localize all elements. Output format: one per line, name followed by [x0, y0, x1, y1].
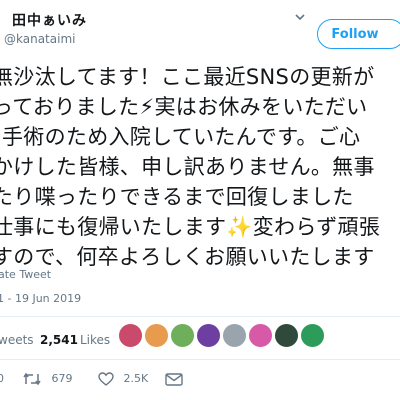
tweet-header: 田中ぁいみ @kanataimi Follow — [0, 0, 400, 60]
user-display-name[interactable]: 田中ぁいみ — [12, 10, 87, 30]
user-handle[interactable]: @kanataimi — [4, 32, 75, 46]
avatar-7[interactable] — [274, 323, 299, 348]
divider — [0, 359, 400, 360]
follow-button[interactable]: Follow — [317, 19, 400, 49]
divider — [0, 316, 400, 317]
tweet-line: っておりました⚡実はお休みをいただい — [0, 95, 368, 119]
share-button[interactable] — [165, 372, 183, 386]
retweet-icon — [23, 372, 41, 386]
reply-button[interactable]: 0 — [0, 372, 4, 385]
tweet-timestamp[interactable]: 1 - 19 Jun 2019 — [0, 292, 81, 305]
tweet-text: 無沙汰してます！ここ最近SNSの更新が っておりました⚡実はお休みをいただい 手… — [0, 64, 400, 272]
retweet-button[interactable]: 679 — [22, 372, 73, 386]
like-button[interactable]: 2.5K — [98, 372, 148, 386]
like-count: 2.5K — [123, 372, 149, 385]
tweet-line: 無沙汰してます！ここ最近SNSの更新が — [0, 65, 375, 89]
likes-label[interactable]: Likes — [80, 333, 110, 347]
heart-icon — [98, 372, 114, 386]
translate-tweet-link[interactable]: ate Tweet — [0, 268, 51, 281]
avatar-6[interactable] — [248, 323, 273, 348]
reply-count: 0 — [0, 372, 4, 385]
tweet-line: すので、何卒よろしくお願いいたします — [0, 245, 375, 269]
tweet-line: たり喋ったりできるまで回復しました — [0, 185, 354, 209]
tweet-line: 手術のため入院していたんです。ご心 — [2, 125, 361, 149]
tweet-line: かけした皆様、申し訳ありません。無事 — [0, 155, 375, 179]
retweets-label[interactable]: weets — [0, 333, 34, 347]
retweet-count: 679 — [51, 372, 73, 385]
likes-count[interactable]: 2,541 — [40, 333, 78, 347]
avatar-2[interactable] — [144, 323, 169, 348]
chevron-down-icon[interactable] — [293, 10, 307, 24]
avatar-3[interactable] — [170, 323, 195, 348]
avatar-4[interactable] — [196, 323, 221, 348]
avatar-8[interactable] — [300, 323, 325, 348]
envelope-icon — [165, 373, 183, 386]
tweet-actions: 0 679 2.5K — [0, 364, 400, 394]
avatar-5[interactable] — [222, 323, 247, 348]
avatar-1[interactable] — [118, 323, 143, 348]
tweet-line: 仕事にも復帰いたします✨変わらず頑張 — [0, 215, 381, 239]
